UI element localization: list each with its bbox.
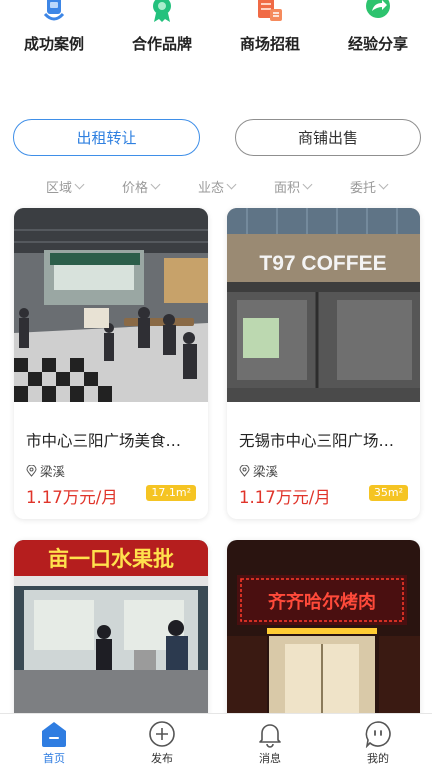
filter-label: 面积: [274, 181, 301, 196]
listing-card[interactable]: 亩一口水果批: [14, 540, 208, 740]
location-text: 梁溪: [40, 464, 66, 479]
listing-type-buttons: 出租转让 商铺出售: [13, 119, 421, 156]
location-pin-icon: [239, 464, 250, 477]
listing-price: 1.17万元/月: [26, 488, 118, 507]
area-badge: 35m²: [368, 485, 408, 501]
home-icon: [42, 722, 66, 747]
listing-title: 市中心三阳广场美食城优质铺位招租: [26, 432, 196, 450]
bottom-tab-bar: 首页 发布 消息 我的: [0, 713, 432, 768]
fruit-shop-photo: 亩一口水果批: [14, 540, 208, 734]
chevron-down-icon: [378, 179, 389, 190]
store-sign-text: 齐齐哈尔烤肉: [268, 591, 376, 613]
listing-location: 梁溪: [26, 461, 65, 480]
profile-face-icon: [365, 721, 391, 748]
tab-label: 首页: [43, 752, 65, 765]
store-sign-text: 亩一口水果批: [48, 547, 174, 571]
category-row: 成功案例 合作品牌 商场招租 经验分享: [0, 0, 432, 62]
tab-label: 消息: [259, 752, 281, 765]
listing-location: 梁溪: [239, 461, 278, 480]
location-text: 梁溪: [253, 464, 279, 479]
filter-label: 业态: [198, 181, 225, 196]
store-sign-text: T97 COFFEE: [259, 252, 386, 275]
tab-profile[interactable]: 我的: [324, 714, 432, 768]
success-case-icon: [43, 0, 65, 21]
brand-badge-icon: [153, 0, 171, 22]
chevron-down-icon: [74, 179, 85, 190]
filter-commission[interactable]: 委托: [350, 177, 389, 196]
mall-lease-icon: [258, 0, 282, 21]
tab-label: 发布: [151, 752, 173, 765]
filter-label: 委托: [350, 181, 377, 196]
category-experience[interactable]: 经验分享: [324, 0, 432, 62]
area-badge: 17.1m²: [146, 485, 196, 501]
tab-messages[interactable]: 消息: [216, 714, 324, 768]
filter-label: 价格: [122, 181, 149, 196]
publish-plus-icon: [149, 721, 175, 747]
category-brands[interactable]: 合作品牌: [108, 0, 216, 62]
coffee-shop-photo: T97 COFFEE: [227, 208, 420, 402]
filter-bar: 区域 价格 业态 面积 委托: [0, 177, 432, 197]
tab-label: 我的: [367, 752, 389, 765]
listing-title: 无锡市中心三阳广场临街咖啡铺: [239, 432, 408, 450]
listing-card[interactable]: T97 COFFEE 无锡市中心三阳广场临街咖啡铺 梁溪 1.17万元/月 35…: [227, 208, 420, 519]
listing-card[interactable]: 市中心三阳广场美食城优质铺位招租 梁溪 1.17万元/月 17.1m²: [14, 208, 208, 519]
shop-sale-button[interactable]: 商铺出售: [235, 119, 421, 156]
share-arrow-icon: [366, 0, 390, 18]
filter-label: 区域: [46, 181, 73, 196]
category-label: 合作品牌: [131, 35, 192, 53]
food-court-photo: [14, 208, 208, 402]
chevron-down-icon: [226, 179, 237, 190]
tab-publish[interactable]: 发布: [108, 714, 216, 768]
chevron-down-icon: [302, 179, 313, 190]
location-pin-icon: [26, 464, 37, 477]
filter-price[interactable]: 价格: [122, 177, 161, 196]
category-label: 成功案例: [23, 35, 84, 53]
filter-business-type[interactable]: 业态: [198, 177, 237, 196]
listing-price: 1.17万元/月: [239, 488, 331, 507]
tab-home[interactable]: 首页: [0, 714, 108, 768]
bbq-restaurant-photo: 齐齐哈尔烤肉: [227, 540, 420, 734]
filter-area[interactable]: 面积: [274, 177, 313, 196]
bell-icon: [259, 724, 281, 748]
filter-region[interactable]: 区域: [46, 177, 85, 196]
listing-card[interactable]: 齐齐哈尔烤肉: [227, 540, 420, 740]
category-mall-lease[interactable]: 商场招租: [216, 0, 324, 62]
category-label: 商场招租: [239, 35, 300, 53]
category-label: 经验分享: [347, 35, 408, 53]
chevron-down-icon: [150, 179, 161, 190]
category-success-cases[interactable]: 成功案例: [0, 0, 108, 62]
rent-transfer-button[interactable]: 出租转让: [13, 119, 200, 156]
